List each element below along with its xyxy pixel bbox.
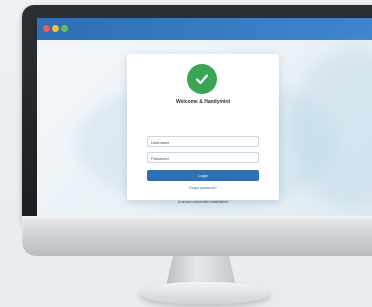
password-placeholder: Password: [151, 156, 169, 161]
minimize-window-button[interactable]: [52, 25, 59, 32]
window-titlebar: [37, 18, 372, 40]
close-window-button[interactable]: [43, 25, 50, 32]
password-input[interactable]: Password: [147, 152, 259, 163]
username-input[interactable]: Username: [147, 136, 259, 147]
username-placeholder: Username: [151, 140, 170, 145]
login-button[interactable]: Login: [147, 170, 259, 181]
monitor-chin: [22, 216, 372, 256]
footer-text: A secure connection established: [177, 200, 229, 204]
login-title: Welcome & Handymint: [175, 99, 231, 105]
forgot-password-link[interactable]: Forgot password?: [127, 186, 279, 190]
check-icon: [187, 64, 217, 94]
maximize-window-button[interactable]: [61, 25, 68, 32]
login-card: Welcome & Handymint Username Password Lo…: [127, 54, 279, 204]
screen: Welcome & Handymint Username Password Lo…: [37, 18, 372, 216]
monitor-stand-base: [140, 282, 270, 304]
